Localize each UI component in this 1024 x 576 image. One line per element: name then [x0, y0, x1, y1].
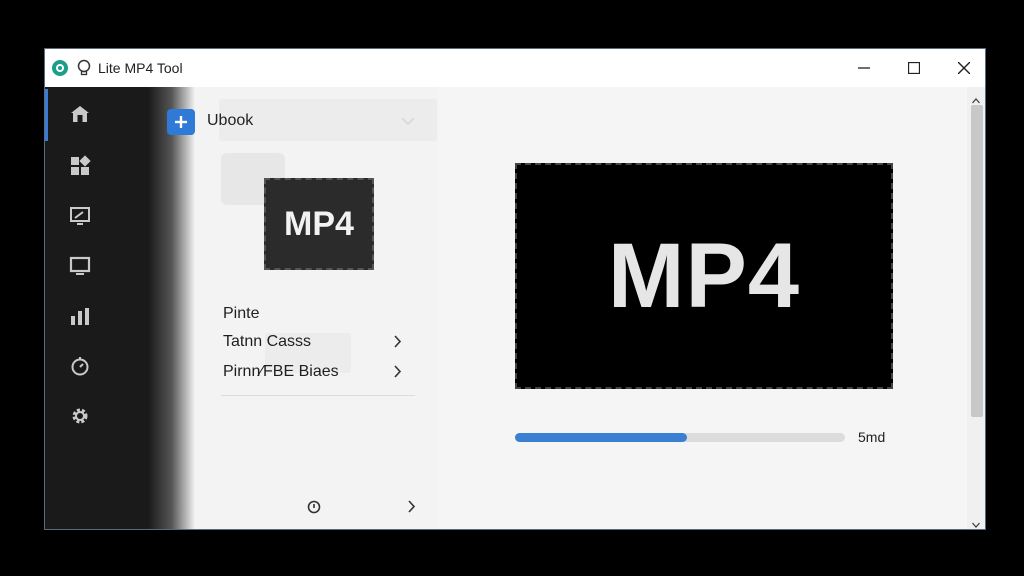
plus-icon: [175, 116, 187, 128]
window-title: Lite MP4 Tool: [98, 60, 183, 76]
nav-settings[interactable]: [65, 401, 95, 431]
vertical-scrollbar[interactable]: [967, 87, 985, 529]
grid-icon: [71, 155, 91, 175]
menu-title: Pinte: [223, 305, 260, 322]
nav-grid[interactable]: [65, 151, 95, 181]
dropdown-label: Ubook: [207, 112, 254, 129]
nav-timer[interactable]: [65, 351, 95, 381]
nav-screen-capture[interactable]: [65, 201, 95, 231]
info-icon: [307, 500, 321, 514]
nav-stats[interactable]: [65, 301, 95, 331]
chevron-right-icon: [393, 335, 402, 353]
file-thumbnail[interactable]: MP4: [264, 178, 374, 270]
home-icon: [71, 106, 89, 122]
screen-capture-icon: [70, 207, 90, 225]
nav-rail: [45, 87, 117, 529]
chevron-right-icon: [408, 500, 416, 513]
panel-shadow: [117, 87, 195, 529]
menu-item-2[interactable]: Pirnn∕FBE Biaes: [221, 359, 417, 387]
active-indicator: [45, 89, 48, 141]
timer-icon: [71, 357, 89, 376]
gear-icon: [72, 408, 88, 424]
nav-home[interactable]: [65, 99, 95, 129]
scrollbar-thumb[interactable]: [971, 105, 983, 417]
maximize-button[interactable]: [891, 49, 937, 87]
chevron-right-icon: [393, 365, 402, 383]
progress-fill: [515, 433, 687, 442]
nav-monitor[interactable]: [65, 251, 95, 281]
progress-bar: [515, 433, 845, 442]
panel-next-button[interactable]: [407, 500, 416, 518]
info-button[interactable]: [307, 500, 321, 519]
bulb-icon: [76, 59, 92, 77]
close-button[interactable]: [941, 49, 985, 87]
chart-icon: [71, 308, 89, 325]
progress-label: 5md: [858, 429, 886, 445]
menu-item-label: Pirnn∕FBE Biaes: [223, 363, 339, 380]
monitor-icon: [69, 256, 91, 275]
title-bar[interactable]: Lite MP4 Tool: [45, 49, 985, 87]
minimize-button[interactable]: [841, 49, 887, 87]
chevron-down-icon[interactable]: [401, 113, 415, 131]
app-window: Lite MP4 Tool Ubook MP4 Pinte Tatnn Cass…: [44, 48, 986, 530]
menu-item-label: Tatnn Casss: [223, 333, 312, 350]
video-preview[interactable]: MP4: [515, 163, 893, 389]
add-button[interactable]: [167, 109, 195, 135]
app-logo-icon: [51, 59, 69, 77]
menu-item-1[interactable]: Tatnn Casss: [221, 329, 417, 357]
menu-divider: [221, 395, 415, 396]
chevron-down-icon[interactable]: [972, 515, 980, 529]
